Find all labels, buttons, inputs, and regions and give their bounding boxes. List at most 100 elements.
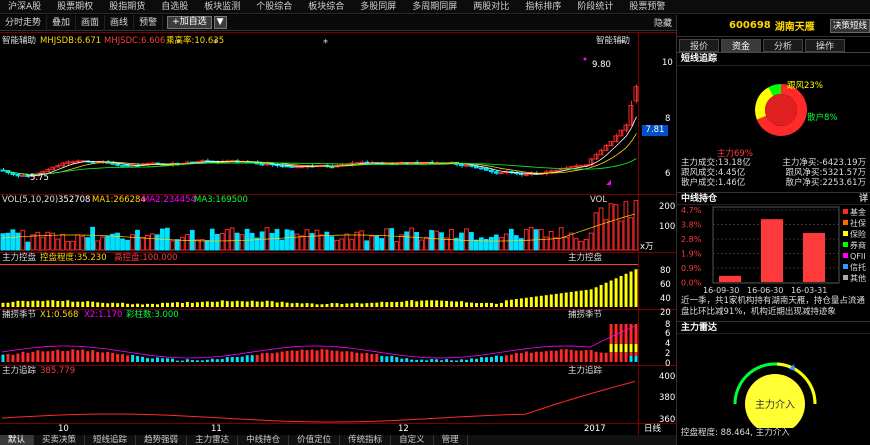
candle-body (199, 160, 205, 163)
bzjj-bar (614, 344, 618, 352)
vol-bar (374, 235, 380, 251)
vol-label-right: VOL (590, 195, 608, 205)
xaxis-tick: 2017 (584, 424, 606, 434)
zlkp-bar (514, 299, 518, 307)
toolbar-item-overlay[interactable]: 叠加 (47, 14, 77, 31)
nav-item[interactable]: 沪深A股 (0, 0, 49, 13)
bzjj-bar (51, 350, 55, 362)
zlkp-bar (460, 301, 464, 307)
bottom-tab[interactable]: 默认 (0, 435, 35, 445)
nav-item[interactable]: 个股综合 (248, 0, 300, 13)
vol-bar (40, 236, 46, 251)
nav-item[interactable]: 多周期同屏 (404, 0, 465, 13)
nav-item[interactable]: 股票预警 (621, 0, 673, 13)
vol-bar (528, 226, 534, 251)
bzjj-bar (430, 359, 434, 362)
zlzz-ytick: 400 (659, 372, 676, 382)
top-nav: 沪深A股 股票期权 股指期货 自选股 板块监测 个股综合 板块综合 多股同屏 多周期同屏 两股对比… (0, 0, 870, 14)
xaxis-tick: 11 (211, 424, 222, 434)
zlkp-bar (285, 302, 289, 307)
bzjj-bar (489, 357, 493, 362)
zlkp-bar (260, 301, 264, 307)
candle-body (50, 166, 56, 171)
bzjj-bar (584, 350, 588, 362)
nav-item[interactable]: 自选股 (153, 0, 196, 13)
bzjj-bar (61, 351, 65, 362)
bottom-tab[interactable]: 短线追踪 (85, 435, 137, 445)
bzjj-bar (111, 352, 115, 362)
zlkp-bar (574, 291, 578, 307)
vol-bar (204, 240, 210, 251)
bottom-tab[interactable]: 传统指标 (340, 435, 392, 445)
vol-bar (319, 234, 325, 251)
bottom-tab[interactable]: 主力雷达 (187, 435, 239, 445)
candle-body (488, 169, 494, 173)
zlkp-name: 主力控盘 (2, 253, 37, 263)
vol-bar (623, 201, 629, 251)
zlkp-bar (499, 302, 503, 307)
radar-center-label: 主力介入 (755, 398, 795, 411)
zlkp-bar (310, 303, 314, 307)
toolbar-item-draw[interactable]: 画线 (105, 14, 135, 31)
bar-ytick: 2.8% (681, 235, 702, 244)
bottom-tab[interactable]: 管理 (434, 435, 468, 445)
toolbar-item-alert[interactable]: 预警 (134, 14, 164, 31)
zlkp-bar (280, 301, 284, 307)
chevron-down-icon[interactable]: ▼ (213, 16, 227, 29)
kline-chart-area[interactable]: * * * * 智能辅助 MHJSDB:6.671 MHJSDC:6.606 乘高率:… (0, 32, 676, 435)
bottom-tab[interactable]: 价值定位 (289, 435, 341, 445)
right-tab[interactable]: 分析 (763, 39, 804, 52)
bottom-tab[interactable]: 趋势强弱 (136, 435, 188, 445)
nav-item[interactable]: 板块监测 (196, 0, 248, 13)
radar-title: 主力雷达 (677, 321, 870, 334)
bzjj-bar (76, 350, 80, 362)
zlkp-bar (465, 302, 469, 307)
nav-item[interactable]: 板块综合 (300, 0, 352, 13)
candle-body (65, 161, 71, 164)
hide-button[interactable]: 隐藏 (654, 16, 676, 29)
add-watchlist-button[interactable]: +加自选 (167, 16, 212, 29)
zlkp-bar (46, 300, 50, 307)
zlkp-bar (475, 303, 478, 307)
nav-item[interactable]: 两股对比 (465, 0, 517, 13)
nav-item[interactable]: 股票期权 (49, 0, 101, 13)
bottom-tab[interactable]: 中线持仓 (238, 435, 290, 445)
timeframe-label[interactable]: 日线 (644, 424, 661, 434)
zlkp-bar (250, 300, 254, 307)
nav-item[interactable]: 阶段统计 (569, 0, 621, 13)
decision-button[interactable]: 决策短线 (829, 18, 870, 33)
zlkp-bar (101, 302, 105, 307)
right-tab[interactable]: 报价 (679, 39, 720, 52)
bottom-tab[interactable]: 买卖决策 (34, 435, 86, 445)
nav-item[interactable]: 股指期货 (101, 0, 153, 13)
short-rows: 主力成交:13.18亿 主力净买:-6423.19万 跟风成交:4.45亿 跟风净买:… (677, 158, 870, 188)
zlkp-bar (265, 300, 269, 307)
bzjj-bar (609, 344, 613, 352)
toolbar-item-screen[interactable]: 画面 (76, 14, 106, 31)
detail-button[interactable]: 详 (859, 193, 870, 204)
right-tab[interactable]: 操作 (805, 39, 846, 52)
bzjj-bar (335, 350, 339, 362)
toolbar-item-intraday[interactable]: 分时走势 (0, 14, 48, 31)
nav-item[interactable]: 多股同屏 (352, 0, 404, 13)
right-tab[interactable]: 资金 (721, 39, 762, 52)
bzjj-bar (26, 352, 30, 362)
zlkp-bar (91, 301, 95, 307)
candle-body (498, 172, 504, 175)
zlkp-bar (390, 301, 394, 307)
zlkp-degree: 控盘程度:35.230 (40, 253, 107, 263)
zlkp-bar (484, 302, 488, 307)
bzjj-bar (350, 351, 354, 362)
vol-bar (563, 236, 569, 251)
bzjj-bar (21, 351, 25, 362)
bottom-tab[interactable]: 自定义 (391, 435, 434, 445)
bzjj-bar (400, 358, 404, 362)
nav-item[interactable]: 指标排序 (517, 0, 569, 13)
bzjj-bar (594, 351, 598, 362)
bzjj-bar (405, 358, 409, 362)
bar-ytick: 0.9% (681, 264, 702, 273)
bar-rect (803, 232, 825, 282)
bzjj-bar (235, 356, 239, 362)
candle-body (329, 166, 335, 169)
zlkp-bar (230, 301, 234, 307)
